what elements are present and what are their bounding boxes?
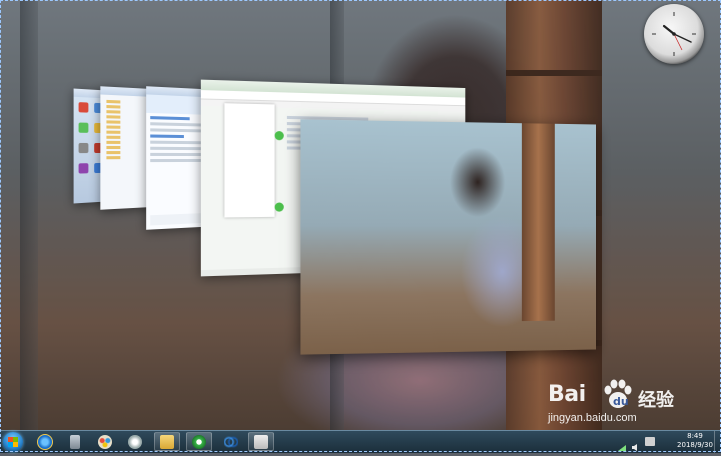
background-tree bbox=[20, 0, 38, 430]
paint-icon bbox=[98, 435, 112, 449]
clock-gadget[interactable] bbox=[644, 4, 704, 64]
svg-text:du: du bbox=[613, 395, 629, 408]
folder-taskbar-button[interactable] bbox=[154, 432, 180, 451]
photo-viewer-window[interactable] bbox=[300, 119, 596, 354]
media-icon bbox=[128, 435, 142, 449]
taskbar: 8:49 2018/9/30 bbox=[0, 430, 721, 453]
baidu-watermark: Bai du 经验 jingyan.baidu.com bbox=[548, 378, 720, 430]
refresh-icon bbox=[192, 435, 206, 449]
clock-date: 2018/9/30 bbox=[675, 441, 715, 450]
paint-taskbar-button[interactable] bbox=[92, 432, 118, 451]
refresh-taskbar-button[interactable] bbox=[186, 432, 212, 451]
tray-clock[interactable]: 8:49 2018/9/30 bbox=[675, 432, 715, 450]
show-desktop-button[interactable] bbox=[714, 431, 721, 453]
watermark-url: jingyan.baidu.com bbox=[548, 412, 637, 424]
clock-time: 8:49 bbox=[675, 432, 715, 441]
ie-icon bbox=[37, 434, 53, 450]
volume-icon[interactable] bbox=[631, 437, 641, 446]
calculator-icon bbox=[70, 435, 80, 449]
calculator-taskbar-button[interactable] bbox=[62, 432, 88, 451]
image-viewer-taskbar-button[interactable] bbox=[248, 432, 274, 451]
paw-icon: du bbox=[600, 378, 636, 410]
system-tray: 8:49 2018/9/30 bbox=[611, 431, 721, 453]
watermark-brand: Bai bbox=[548, 382, 586, 407]
ime-icon[interactable] bbox=[645, 437, 655, 446]
qq-browser-taskbar-button[interactable] bbox=[218, 432, 244, 451]
ie-taskbar-button[interactable] bbox=[32, 432, 58, 451]
photo-image bbox=[300, 119, 596, 354]
image-viewer-icon bbox=[254, 435, 268, 449]
media-taskbar-button[interactable] bbox=[122, 432, 148, 451]
qq-browser-icon bbox=[224, 435, 238, 449]
folder-icon bbox=[160, 435, 174, 449]
network-icon[interactable] bbox=[617, 437, 627, 445]
start-button[interactable] bbox=[3, 432, 23, 452]
watermark-brand-suffix: 经验 bbox=[638, 386, 674, 412]
context-menu[interactable] bbox=[224, 103, 274, 217]
